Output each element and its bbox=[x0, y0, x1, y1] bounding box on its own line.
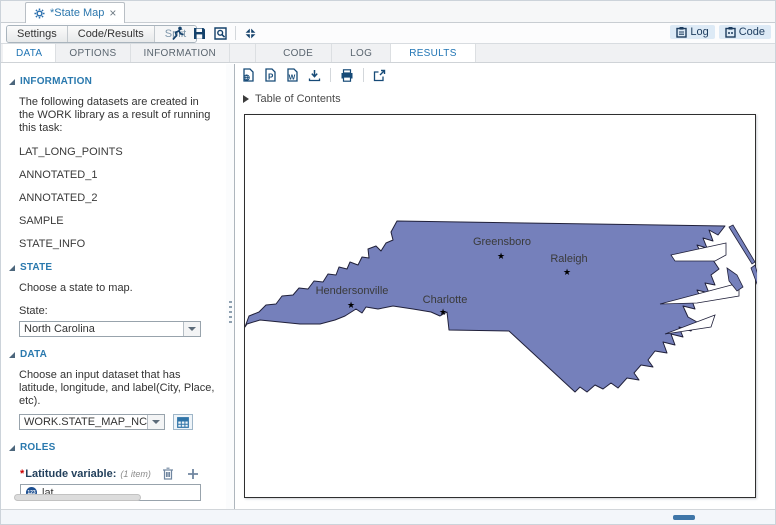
dataset-select-arrow[interactable] bbox=[147, 415, 164, 429]
chevron-down-icon bbox=[152, 420, 160, 424]
tab-title: *State Map bbox=[50, 7, 104, 19]
section-state-title: STATE bbox=[20, 262, 52, 273]
code-clipboard-icon bbox=[725, 27, 736, 38]
dataset-select-value: WORK.STATE_MAP_NC bbox=[20, 415, 147, 429]
collapse-twisty-icon bbox=[9, 445, 15, 451]
document-tabbar: *State Map × bbox=[1, 1, 775, 23]
required-asterisk: * bbox=[20, 468, 24, 480]
task-gear-icon bbox=[34, 8, 45, 19]
print-icon[interactable] bbox=[340, 69, 354, 82]
role-item-count: (1 item) bbox=[120, 469, 151, 479]
chevron-down-icon bbox=[188, 327, 196, 331]
run-icon[interactable] bbox=[171, 26, 185, 41]
toc-label: Table of Contents bbox=[255, 93, 341, 105]
table-of-contents-toggle[interactable]: Table of Contents bbox=[243, 93, 775, 105]
tab-options[interactable]: OPTIONS bbox=[56, 44, 130, 62]
add-variable-icon[interactable] bbox=[187, 468, 199, 480]
tab-results[interactable]: RESULTS bbox=[391, 44, 475, 62]
svg-text:P: P bbox=[268, 73, 274, 82]
north-carolina-map bbox=[245, 115, 757, 499]
word-doc-icon[interactable]: W bbox=[286, 68, 299, 82]
tab-information[interactable]: INFORMATION bbox=[131, 44, 231, 62]
state-select-value: North Carolina bbox=[20, 322, 183, 336]
city-label: Raleigh bbox=[550, 253, 587, 265]
dataset-name: LAT_LONG_POINTS bbox=[19, 146, 216, 158]
code-button-label: Code bbox=[739, 26, 765, 38]
section-information-header[interactable]: INFORMATION bbox=[9, 76, 226, 87]
delete-variable-icon[interactable] bbox=[162, 467, 174, 480]
tab-close-icon[interactable]: × bbox=[109, 8, 116, 18]
section-roles-header[interactable]: ROLES bbox=[9, 442, 226, 453]
section-state-header[interactable]: STATE bbox=[9, 262, 226, 273]
toolbar-separator bbox=[330, 68, 331, 82]
results-panel: P W Table of Conten bbox=[235, 64, 775, 509]
collapse-twisty-icon bbox=[9, 265, 15, 271]
section-roles-title: ROLES bbox=[20, 442, 55, 453]
city-label: Charlotte bbox=[423, 294, 468, 306]
log-clipboard-icon bbox=[676, 27, 687, 38]
tab-log[interactable]: LOG bbox=[332, 44, 391, 62]
html-doc-icon[interactable] bbox=[242, 68, 255, 82]
section-data-title: DATA bbox=[20, 349, 47, 360]
maximize-icon[interactable] bbox=[244, 27, 257, 40]
save-as-icon[interactable] bbox=[214, 27, 227, 40]
tab-gap bbox=[230, 44, 256, 62]
city-star-marker: ★ bbox=[347, 301, 355, 310]
city-label: Greensboro bbox=[473, 236, 531, 248]
left-panel-hscrollbar-thumb[interactable] bbox=[14, 494, 141, 501]
role-label: Latitude variable: bbox=[25, 468, 116, 480]
dataset-name: ANNOTATED_1 bbox=[19, 169, 216, 181]
map-result-image: Greensboro ★ Raleigh ★ Hendersonville ★ Charlo… bbox=[244, 114, 756, 498]
pdf-doc-icon[interactable]: P bbox=[264, 68, 277, 82]
dataset-name: SAMPLE bbox=[19, 215, 216, 227]
collapse-twisty-icon bbox=[9, 79, 15, 85]
save-icon[interactable] bbox=[193, 27, 206, 40]
sas-studio-window: *State Map × Settings Code/Results Split bbox=[0, 0, 776, 525]
toolbar-separator bbox=[363, 68, 364, 82]
state-field-label: State: bbox=[19, 305, 216, 317]
results-toolbar: P W bbox=[235, 64, 775, 85]
dataset-select[interactable]: WORK.STATE_MAP_NC bbox=[19, 414, 165, 430]
open-table-button[interactable] bbox=[173, 414, 193, 430]
state-select-arrow[interactable] bbox=[183, 322, 200, 336]
section-data-header[interactable]: DATA bbox=[9, 349, 226, 360]
tab-code[interactable]: CODE bbox=[265, 44, 332, 62]
outer-banks-south bbox=[751, 265, 757, 284]
section-information-title: INFORMATION bbox=[20, 76, 92, 87]
toc-expand-icon bbox=[243, 95, 249, 103]
bottom-scrollbar-thumb[interactable] bbox=[673, 515, 695, 520]
code-button[interactable]: Code bbox=[719, 25, 771, 39]
log-button[interactable]: Log bbox=[670, 25, 714, 39]
table-grid-icon bbox=[177, 417, 189, 428]
splitter-grip-icon bbox=[229, 301, 232, 326]
settings-panel: INFORMATION The following datasets are c… bbox=[1, 64, 226, 509]
information-description: The following datasets are created in th… bbox=[19, 96, 216, 135]
bottom-scrollbar-track[interactable] bbox=[1, 509, 775, 524]
view-toggle-group: Settings Code/Results Split bbox=[6, 25, 197, 43]
log-button-label: Log bbox=[690, 26, 708, 38]
city-star-marker: ★ bbox=[439, 308, 447, 317]
city-star-marker: ★ bbox=[563, 268, 571, 277]
panel-splitter[interactable] bbox=[226, 64, 235, 509]
task-toolbar: Settings Code/Results Split bbox=[1, 23, 775, 44]
city-star-marker: ★ bbox=[497, 252, 505, 261]
code-results-view-button[interactable]: Code/Results bbox=[68, 26, 155, 42]
panel-tabs: DATA OPTIONS INFORMATION CODE LOG RESULT… bbox=[1, 44, 775, 63]
outer-banks-north bbox=[729, 225, 755, 264]
data-description: Choose an input dataset that has latitud… bbox=[19, 369, 216, 408]
collapse-twisty-icon bbox=[9, 352, 15, 358]
dataset-name: ANNOTATED_2 bbox=[19, 192, 216, 204]
state-select[interactable]: North Carolina bbox=[19, 321, 201, 337]
state-description: Choose a state to map. bbox=[19, 282, 216, 295]
dataset-name: STATE_INFO bbox=[19, 238, 216, 250]
open-new-window-icon[interactable] bbox=[373, 69, 386, 82]
tab-state-map[interactable]: *State Map × bbox=[25, 2, 125, 23]
download-icon[interactable] bbox=[308, 69, 321, 82]
tab-data[interactable]: DATA bbox=[3, 44, 56, 62]
city-label: Hendersonville bbox=[316, 285, 389, 297]
toolbar-separator bbox=[235, 26, 236, 40]
settings-view-button[interactable]: Settings bbox=[7, 26, 68, 42]
svg-text:W: W bbox=[289, 75, 296, 82]
